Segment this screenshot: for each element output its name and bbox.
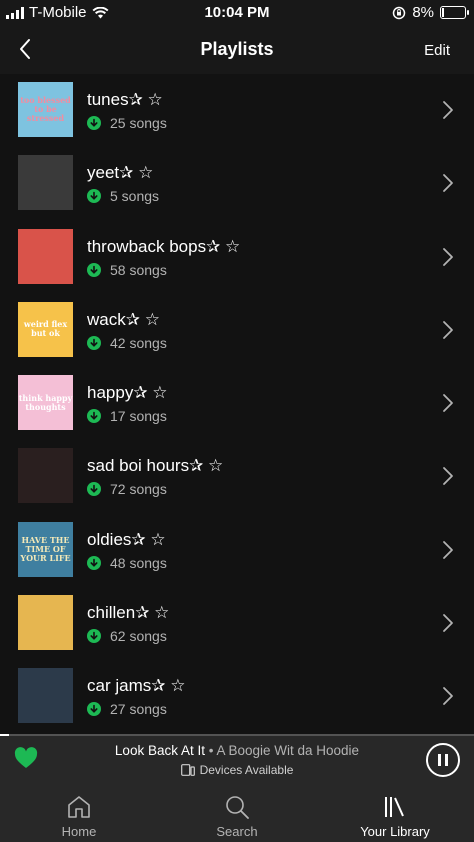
playlist-meta: 48 songs	[87, 555, 167, 571]
chevron-right-icon	[443, 687, 453, 706]
edit-button[interactable]: Edit	[424, 42, 450, 59]
playlist-artwork: too blessed to be stressed	[18, 82, 73, 137]
playlist-artwork	[18, 668, 73, 724]
tab-home[interactable]: Home	[19, 786, 139, 842]
playlist-row-5[interactable]: sad boi hours✰ ☆ 72 songs	[0, 440, 474, 513]
playback-progress	[0, 734, 474, 736]
playlist-name: throwback bops✰ ☆	[87, 236, 241, 256]
playlist-artwork: HAVE THE TIME OF YOUR LIFE	[18, 521, 73, 577]
playlist-artwork	[18, 228, 73, 284]
track-separator: •	[204, 743, 217, 758]
playlist-name: tunes✰ ☆	[87, 90, 163, 109]
track-artist: A Boogie Wit da Hoodie	[216, 743, 360, 758]
playlist-row-4[interactable]: think happy thoughts happy✰ ☆ 17 songs	[0, 367, 474, 440]
home-icon	[68, 796, 90, 818]
downloaded-icon	[87, 482, 101, 497]
playlist-row-0[interactable]: too blessed to be stressed tunes✰ ☆ 25 s…	[0, 74, 474, 147]
playlist-row-2[interactable]: throwback bops✰ ☆ 58 songs	[0, 221, 474, 294]
tab-home-label: Home	[61, 824, 97, 839]
song-count: 48 songs	[110, 554, 167, 571]
playlist-name: chillen✰ ☆	[87, 603, 170, 623]
now-playing-track: Look Back At It • A Boogie Wit da Hoodie	[70, 743, 404, 758]
playlist-list: too blessed to be stressed tunes✰ ☆ 25 s…	[0, 74, 474, 734]
chevron-right-icon	[443, 247, 453, 266]
devices-label: Devices Available	[199, 763, 294, 777]
chevron-right-icon	[443, 540, 453, 559]
playlist-row-3[interactable]: weird flex but ok wack✰ ☆ 42 songs	[0, 294, 474, 367]
playlist-artwork: think happy thoughts	[18, 375, 73, 431]
playlist-meta: 25 songs	[87, 115, 167, 131]
tab-search-label: Search	[216, 824, 258, 839]
playlist-row-6[interactable]: HAVE THE TIME OF YOUR LIFE oldies✰ ☆ 48 …	[0, 514, 474, 587]
song-count: 5 songs	[110, 188, 160, 205]
downloaded-icon	[87, 702, 101, 717]
song-count: 42 songs	[110, 334, 167, 351]
devices-available[interactable]: Devices Available	[0, 763, 474, 777]
tab-search[interactable]: Search	[177, 786, 297, 842]
playlist-meta: 58 songs	[87, 262, 167, 278]
pause-icon	[438, 754, 448, 766]
status-bar: T-Mobile 10:04 PM 8%	[0, 0, 474, 24]
header: Playlists Edit	[0, 24, 474, 74]
song-count: 27 songs	[110, 701, 167, 718]
song-count: 25 songs	[110, 115, 167, 131]
tab-library-label: Your Library	[360, 824, 430, 839]
artwork-text: weird flex but ok	[23, 319, 68, 339]
artwork-text: HAVE THE TIME OF YOUR LIFE	[20, 534, 71, 563]
chevron-right-icon	[443, 320, 453, 339]
track-title: Look Back At It	[114, 743, 205, 758]
artwork-text: too blessed to be stressed	[20, 95, 71, 123]
song-count: 62 songs	[110, 628, 167, 645]
tab-bar: Home Search Your Library	[0, 786, 474, 842]
downloaded-icon	[87, 262, 101, 277]
playlist-artwork	[18, 155, 73, 211]
downloaded-icon	[87, 629, 101, 644]
artwork-text: think happy thoughts	[18, 392, 73, 412]
chevron-right-icon	[443, 614, 453, 632]
downloaded-icon	[87, 335, 101, 350]
chevron-right-icon	[443, 467, 453, 486]
battery-icon	[440, 6, 469, 19]
orientation-lock-icon	[393, 6, 406, 19]
song-count: 72 songs	[110, 481, 167, 498]
playlist-meta: 62 songs	[87, 628, 167, 644]
playlist-row-8[interactable]: car jams✰ ☆ 27 songs	[0, 660, 474, 733]
playlist-meta: 27 songs	[87, 701, 167, 717]
chevron-right-icon	[443, 394, 453, 413]
playlist-meta: 5 songs	[87, 188, 159, 204]
search-icon	[226, 796, 249, 819]
playlist-name: yeet✰ ☆	[87, 163, 154, 183]
page-title: Playlists	[200, 39, 274, 59]
downloaded-icon	[87, 555, 101, 570]
downloaded-icon	[87, 116, 101, 130]
playlist-artwork	[18, 448, 73, 504]
downloaded-icon	[87, 409, 101, 424]
playlist-artwork: weird flex but ok	[18, 301, 73, 357]
playlist-name: happy✰ ☆	[87, 383, 168, 403]
devices-icon	[180, 764, 195, 776]
mini-player[interactable]: Look Back At It • A Boogie Wit da Hoodie…	[0, 734, 474, 786]
song-count: 58 songs	[110, 261, 167, 278]
playlist-name: car jams✰ ☆	[87, 676, 186, 696]
downloaded-icon	[87, 189, 101, 204]
battery-percent: 8%	[412, 4, 434, 21]
library-icon	[385, 797, 404, 817]
chevron-right-icon	[443, 174, 453, 193]
playlist-name: oldies✰ ☆	[87, 529, 166, 549]
playlist-meta: 17 songs	[87, 408, 167, 424]
playlist-name: sad boi hours✰ ☆	[87, 456, 224, 476]
pause-button[interactable]	[426, 743, 460, 777]
playlist-meta: 42 songs	[87, 335, 167, 351]
tab-library[interactable]: Your Library	[335, 786, 455, 842]
playlist-row-1[interactable]: yeet✰ ☆ 5 songs	[0, 147, 474, 220]
playlist-meta: 72 songs	[87, 481, 167, 497]
playlist-artwork	[18, 595, 73, 651]
song-count: 17 songs	[110, 408, 167, 425]
playlist-name: wack✰ ☆	[87, 309, 160, 329]
playlist-row-7[interactable]: chillen✰ ☆ 62 songs	[0, 587, 474, 660]
chevron-right-icon	[443, 101, 453, 119]
